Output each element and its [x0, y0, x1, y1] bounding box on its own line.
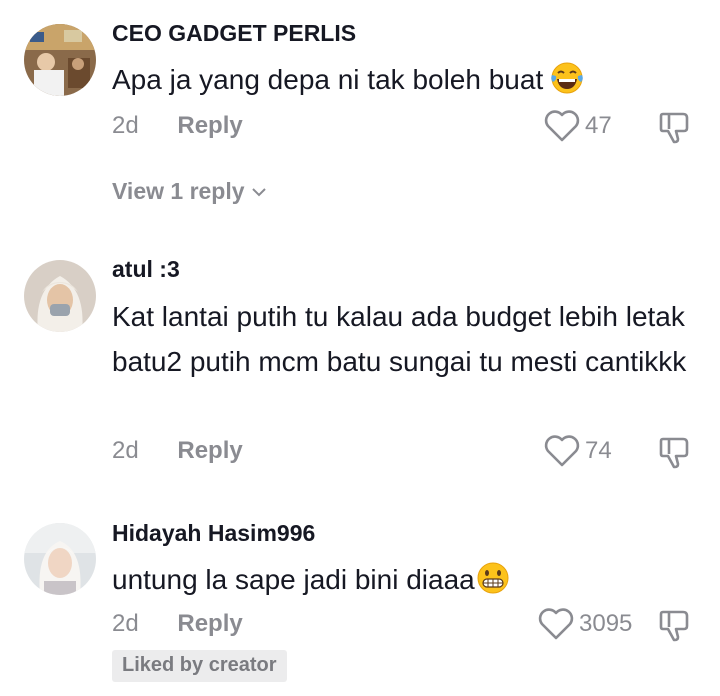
reply-button[interactable]: Reply: [177, 610, 242, 637]
heart-icon: [538, 608, 574, 640]
avatar[interactable]: [24, 260, 96, 332]
comment-meta: 2d Reply: [112, 112, 243, 140]
like-count: 3095: [579, 610, 633, 637]
username[interactable]: Hidayah Hasim996: [112, 520, 315, 547]
grinning-emoji: [475, 561, 511, 608]
reply-button[interactable]: Reply: [177, 112, 242, 139]
comment-text-content: Apa ja yang depa ni tak boleh buat: [112, 64, 544, 95]
like-button[interactable]: 3095: [537, 607, 632, 641]
view-replies-label: View 1 reply: [112, 178, 245, 204]
heart-icon: [544, 435, 580, 467]
view-replies-button[interactable]: View 1 reply: [112, 178, 267, 205]
comment-meta: 2d Reply: [112, 437, 243, 465]
like-button[interactable]: 47: [543, 109, 612, 143]
comment-text: untung la sape jadi bini diaaa: [112, 557, 692, 608]
dislike-button[interactable]: [658, 109, 694, 145]
avatar[interactable]: [24, 24, 96, 96]
comment-text: Kat lantai putih tu kalau ada budget leb…: [112, 301, 687, 377]
dislike-button[interactable]: [658, 434, 694, 470]
comment-time: 2d: [112, 112, 139, 139]
comment-text-content: untung la sape jadi bini diaaa: [112, 564, 475, 595]
username[interactable]: CEO GADGET PERLIS: [112, 20, 356, 47]
avatar[interactable]: [24, 523, 96, 595]
comment-text: Apa ja yang depa ni tak boleh buat: [112, 57, 692, 108]
heart-icon: [544, 110, 580, 142]
comment-time: 2d: [112, 610, 139, 637]
comment-time: 2d: [112, 437, 139, 464]
username[interactable]: atul :3: [112, 256, 180, 283]
laughing-tears-emoji: [549, 61, 585, 108]
like-count: 47: [585, 112, 612, 139]
thumbs-down-icon: [659, 610, 689, 642]
comment-meta: 2d Reply: [112, 610, 243, 638]
dislike-button[interactable]: [658, 607, 694, 643]
chevron-down-icon: [251, 187, 266, 196]
like-button[interactable]: 74: [543, 434, 612, 468]
liked-by-creator-badge: Liked by creator: [112, 650, 287, 682]
reply-button[interactable]: Reply: [177, 437, 242, 464]
like-count: 74: [585, 437, 612, 464]
thumbs-down-icon: [659, 112, 689, 144]
thumbs-down-icon: [659, 437, 689, 469]
